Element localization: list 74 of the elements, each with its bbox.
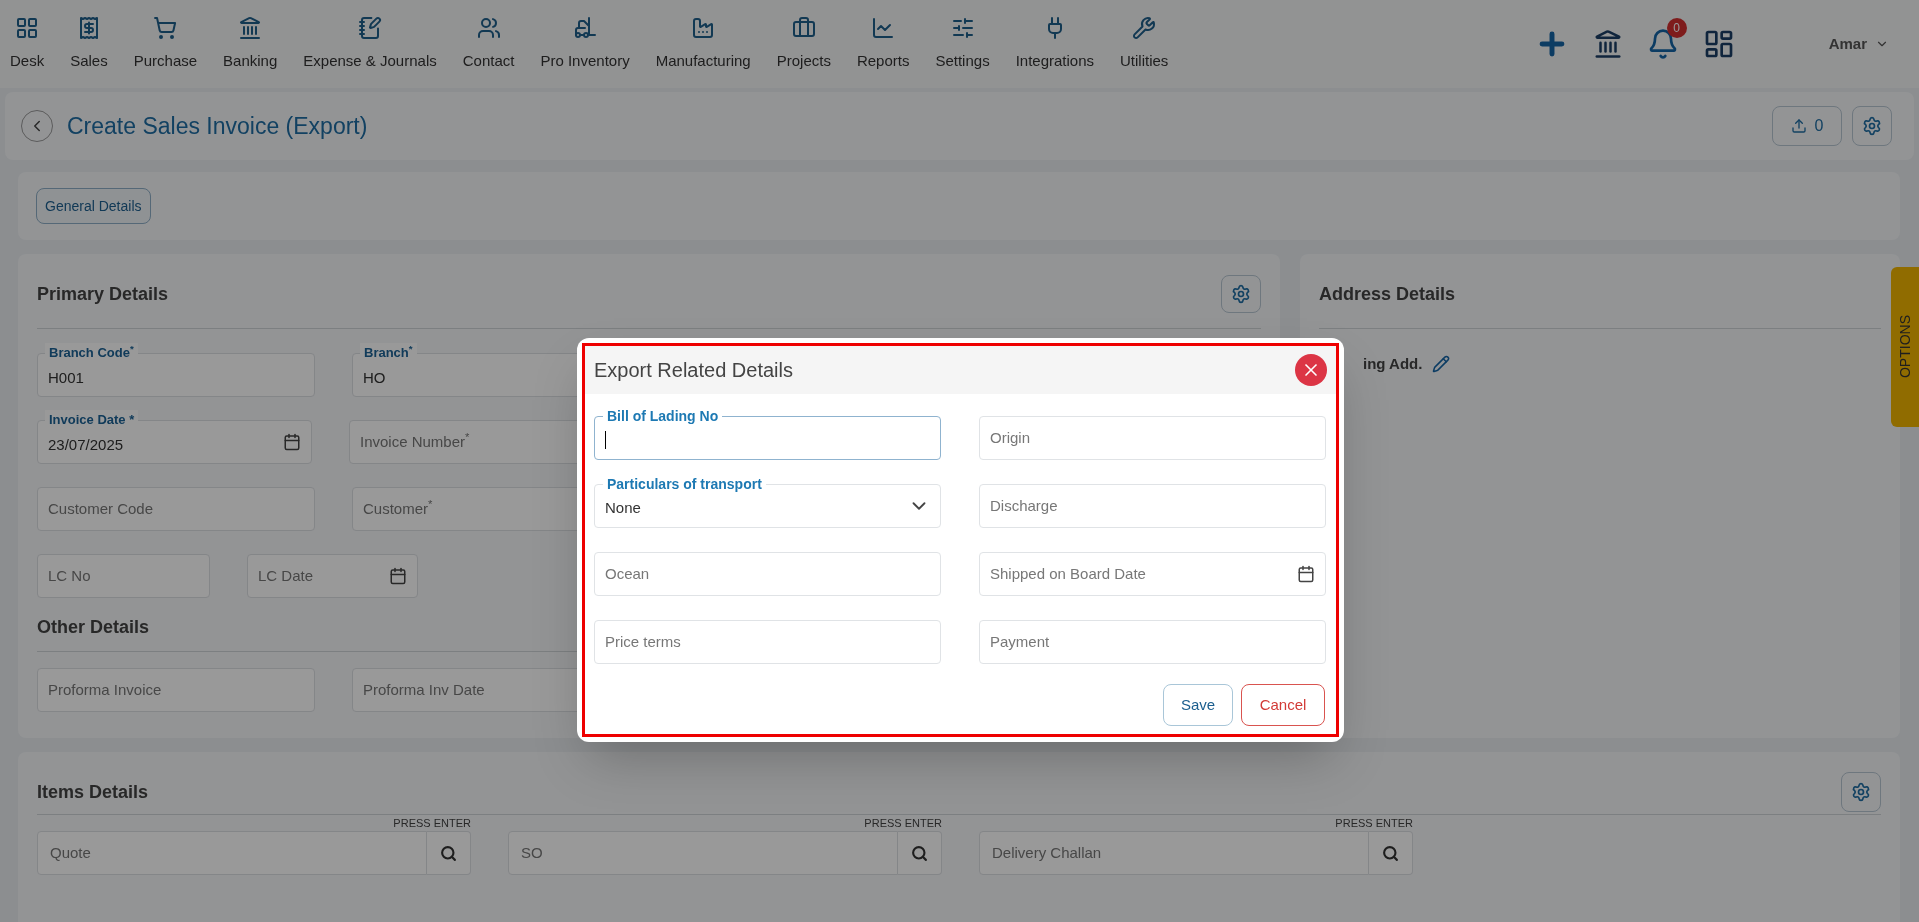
input-field[interactable]: LC No (37, 554, 210, 598)
search-button[interactable] (898, 831, 942, 875)
search-field[interactable]: SO (508, 831, 898, 875)
field-label: Particulars of transport (603, 475, 766, 493)
input-field[interactable]: Ocean (594, 552, 941, 596)
notification-badge: 0 (1666, 18, 1687, 38)
hint-text: PRESS ENTER (1335, 816, 1413, 831)
forklift-icon (573, 15, 598, 40)
upload-icon (1790, 118, 1807, 134)
text-cursor (605, 431, 606, 449)
search-button[interactable] (427, 831, 471, 875)
address-label: ing Add. (1363, 354, 1423, 374)
search-button[interactable] (1369, 831, 1413, 875)
chart-icon (871, 15, 896, 40)
search-icon (911, 844, 928, 862)
nav-item[interactable]: Desk (10, 15, 45, 73)
hint-text: PRESS ENTER (864, 816, 942, 831)
input-field[interactable]: Shipped on Board Date (979, 552, 1326, 596)
search-icon (1382, 844, 1399, 862)
people-icon (476, 15, 501, 40)
input-field[interactable]: Payment (979, 620, 1326, 664)
calendar-icon[interactable] (389, 567, 407, 585)
cancel-button[interactable]: Cancel (1241, 684, 1325, 726)
sliders-icon (950, 15, 975, 40)
calendar-icon[interactable] (283, 433, 301, 451)
input-field[interactable]: Origin (979, 416, 1326, 460)
cart-icon (153, 15, 178, 40)
section-title: Items Details (37, 780, 149, 804)
factory-icon (691, 15, 716, 40)
search-icon (440, 844, 457, 862)
hint-text: PRESS ENTER (393, 816, 471, 831)
section-title: Other Details (37, 616, 151, 639)
settings-icon (1862, 116, 1882, 136)
section-title: Address Details (1319, 282, 1457, 306)
calendar-icon[interactable] (1297, 565, 1315, 583)
nav-item[interactable]: Pro Inventory (540, 15, 630, 73)
settings-button[interactable] (1221, 275, 1261, 313)
nav-item[interactable]: Integrations (1015, 15, 1095, 73)
search-field[interactable]: Delivery Challan (979, 831, 1369, 875)
search-field[interactable]: Quote (37, 831, 427, 875)
input-field[interactable]: Discharge (979, 484, 1326, 528)
options-tab[interactable]: OPTIONS (1891, 267, 1919, 427)
bank-icon (238, 15, 263, 40)
section-title: Primary Details (37, 282, 169, 306)
nav-item[interactable]: Reports (856, 15, 910, 73)
edit-icon[interactable] (1432, 355, 1451, 374)
nav-item[interactable]: Expense & Journals (303, 15, 437, 73)
settings-icon (1851, 782, 1871, 802)
field-label: Bill of Lading No (603, 407, 723, 425)
briefcase-icon (791, 15, 816, 40)
nav-item[interactable]: Manufacturing (655, 15, 751, 73)
nav-item[interactable]: Purchase (133, 15, 198, 73)
input-field[interactable]: LC Date (247, 554, 418, 598)
nav-item[interactable]: Projects (776, 15, 831, 73)
user-menu[interactable]: Amar (1828, 32, 1889, 56)
notebook-icon (358, 15, 382, 40)
save-button[interactable]: Save (1163, 684, 1233, 726)
input-field[interactable]: Price terms (594, 620, 941, 664)
settings-button[interactable] (1852, 106, 1892, 146)
input-field[interactable]: Proforma Invoice (37, 668, 315, 712)
wrench-icon (1132, 15, 1157, 40)
nav-item[interactable]: Sales (70, 15, 108, 73)
grid-icon (15, 15, 40, 40)
nav-item[interactable]: Utilities (1120, 15, 1169, 73)
tab[interactable]: General Details (36, 188, 151, 224)
nav-item[interactable]: Banking (223, 15, 278, 73)
nav-item[interactable]: Settings (935, 15, 990, 73)
close-button[interactable] (1295, 354, 1327, 386)
page-title: Create Sales Invoice (Export) (67, 111, 368, 141)
settings-button[interactable] (1841, 772, 1881, 812)
input-field[interactable]: Customer Code (37, 487, 315, 531)
nav-item[interactable]: Contact (462, 15, 515, 73)
upload-button[interactable]: 0 (1772, 106, 1842, 146)
settings-icon (1231, 284, 1251, 304)
